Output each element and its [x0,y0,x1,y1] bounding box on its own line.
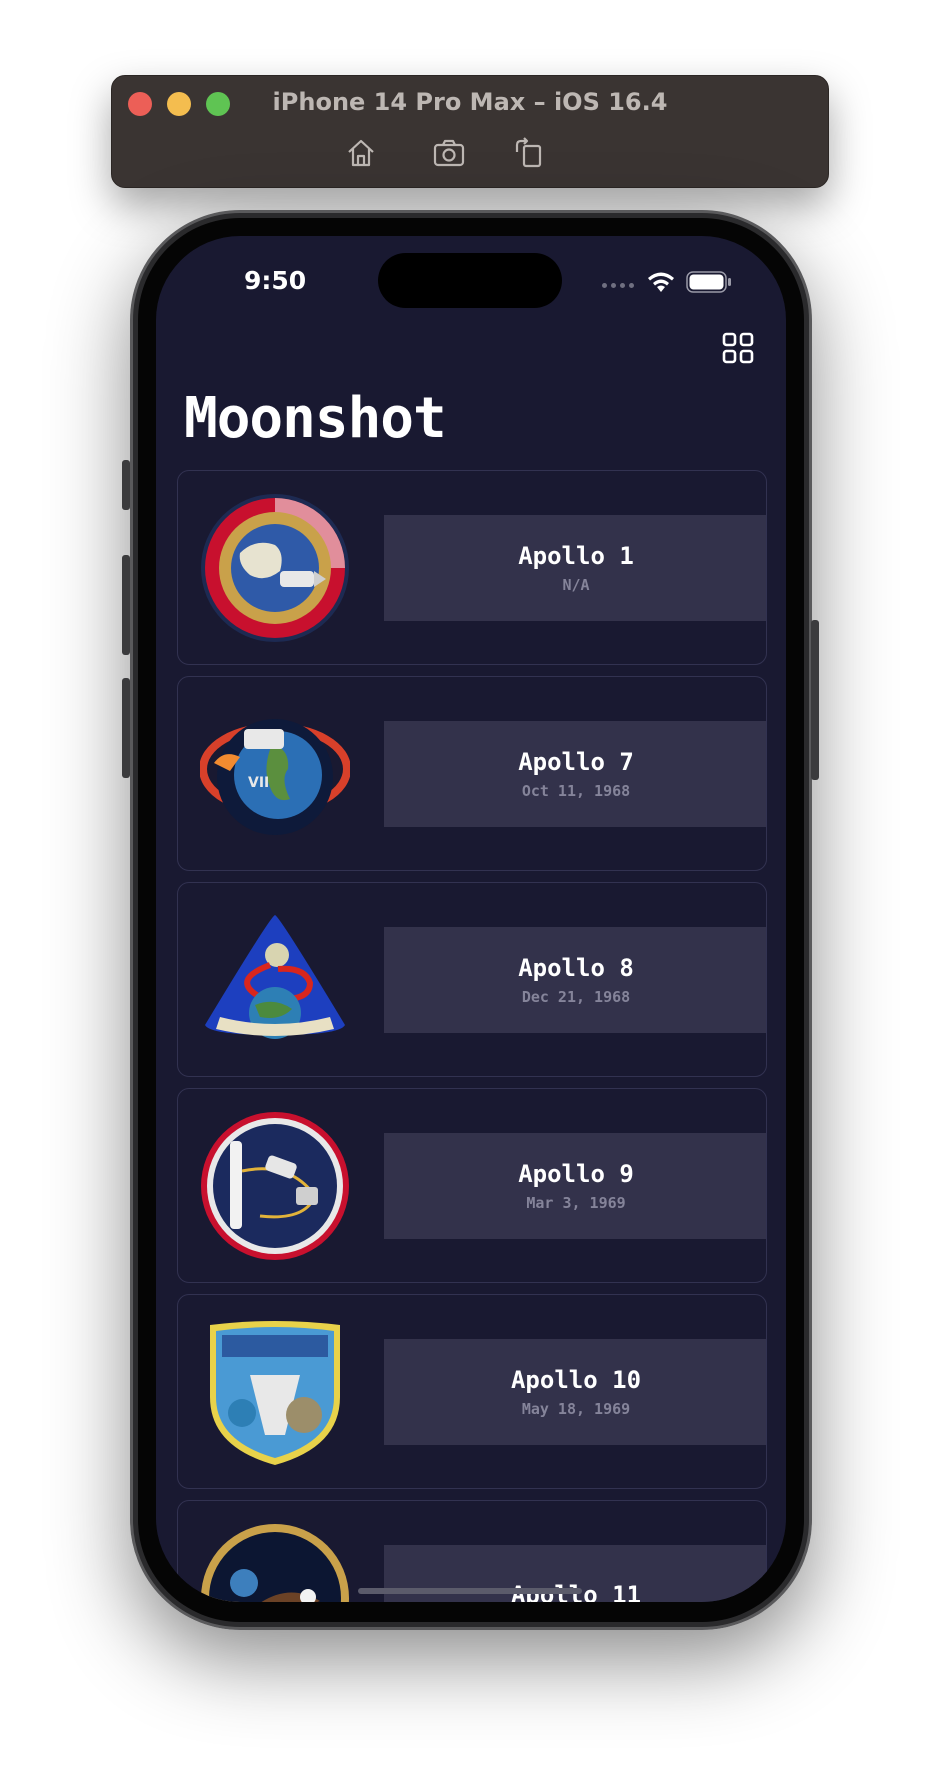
rotate-icon[interactable] [512,136,546,170]
simulator-title-bar: iPhone 14 Pro Max – iOS 16.4 [111,75,829,188]
page-title: Moonshot [184,386,447,451]
mission-label: Apollo 10 May 18, 1969 [384,1339,766,1445]
mission-card-apollo-1[interactable]: Apollo 1 N/A [177,470,767,665]
home-indicator[interactable] [358,1588,582,1594]
power-button[interactable] [811,620,819,780]
app-screen: 9:50 Moonshot Apollo 1 N/A VII Apollo 7 … [156,236,786,1602]
mission-name: Apollo 8 [518,954,634,982]
home-icon[interactable] [344,136,378,170]
mission-date: Mar 3, 1969 [526,1194,626,1212]
apollo-10-patch-icon [200,1317,350,1467]
grid-icon[interactable] [722,332,754,364]
dynamic-island [378,253,562,308]
screenshot-icon[interactable] [432,136,466,170]
apollo-11-patch-icon [200,1523,350,1602]
apollo-1-patch-icon [200,493,350,643]
mission-name: Apollo 7 [518,748,634,776]
mission-date: N/A [562,576,590,594]
mission-date: Dec 21, 1968 [521,988,631,1006]
apollo-8-patch-icon [200,905,350,1055]
action-button[interactable] [122,460,130,510]
apollo-9-patch-icon [200,1111,350,1261]
mission-name: Apollo 10 [510,1366,642,1394]
mission-name: Apollo 9 [518,1160,634,1188]
mission-date: May 18, 1969 [521,1400,631,1418]
apollo-7-patch-icon: VII [199,699,351,849]
mission-label: Apollo 9 Mar 3, 1969 [384,1133,766,1239]
simulator-title: iPhone 14 Pro Max – iOS 16.4 [272,88,668,116]
mission-date: Oct 11, 1968 [521,782,631,800]
volume-down-button[interactable] [122,678,130,778]
mission-card-apollo-10[interactable]: Apollo 10 May 18, 1969 [177,1294,767,1489]
mission-label: Apollo 1 N/A [384,515,766,621]
mission-list: Apollo 1 N/A VII Apollo 7 Oct 11, 1968 A… [177,470,767,1602]
mission-card-apollo-9[interactable]: Apollo 9 Mar 3, 1969 [177,1088,767,1283]
status-time: 9:50 [244,266,307,295]
battery-icon [686,271,732,293]
cellular-dots-icon [602,283,634,288]
mission-label: Apollo 7 Oct 11, 1968 [384,721,766,827]
mission-name: Apollo 1 [518,542,634,570]
volume-up-button[interactable] [122,555,130,655]
mission-card-apollo-11[interactable]: Apollo 11 [177,1500,767,1602]
wifi-icon [646,270,676,294]
mission-card-apollo-7[interactable]: VII Apollo 7 Oct 11, 1968 [177,676,767,871]
mission-label: Apollo 8 Dec 21, 1968 [384,927,766,1033]
mission-card-apollo-8[interactable]: Apollo 8 Dec 21, 1968 [177,882,767,1077]
svg-text:VII: VII [248,775,269,791]
